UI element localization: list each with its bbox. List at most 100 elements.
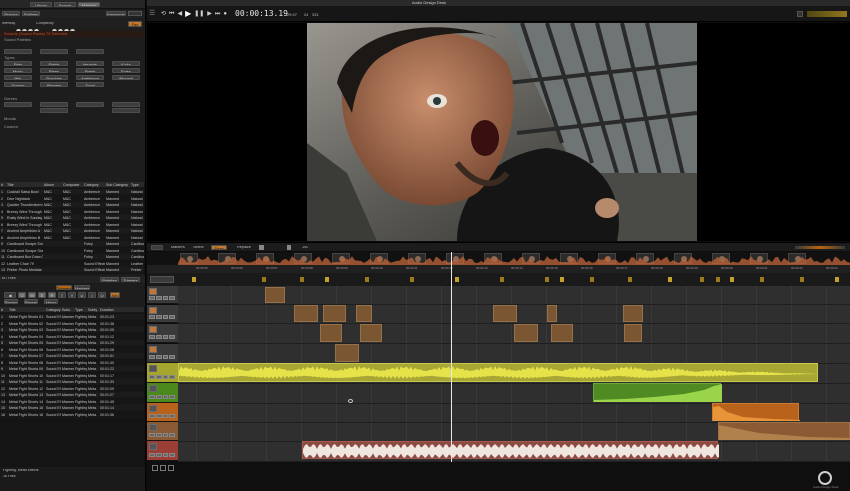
table-row[interactable]: 12 Leather Chair 79 Sound Effects Manned Lea… <box>0 260 144 267</box>
meter-toggle-icon[interactable] <box>797 11 803 17</box>
orange-clip[interactable] <box>712 403 800 421</box>
red-clip[interactable] <box>302 441 719 459</box>
marker[interactable] <box>300 277 304 282</box>
list-item[interactable]: 10 Metal Fight Shorts 10 Sound Ef. Manned Fi… <box>0 372 144 379</box>
marker[interactable] <box>545 277 549 282</box>
track-control-button[interactable] <box>162 414 169 418</box>
type-button[interactable]: Kicks <box>112 61 140 66</box>
track-control-button[interactable] <box>162 355 169 359</box>
list-item[interactable]: 6 Metal Fight Shorts 06 Sound Ef. Manned Fig… <box>0 346 144 353</box>
go-start-icon[interactable]: ⏮ <box>169 10 174 18</box>
type-button[interactable]: Ambience <box>76 75 104 80</box>
type-button[interactable]: Punches <box>40 75 68 80</box>
back-button[interactable]: ◀ <box>4 292 16 298</box>
table-row[interactable]: 9 Cardboard Scrape Sma Foley Manned Cardboar… <box>0 241 144 247</box>
list-item[interactable]: 2 Metal Fight Shorts 02 Sound Ef. Manned Fig… <box>0 320 144 327</box>
track-control-button[interactable] <box>155 433 162 437</box>
track-control-button[interactable] <box>169 395 175 399</box>
track-control-button[interactable] <box>155 335 162 339</box>
track-control-button[interactable] <box>149 315 155 319</box>
track-icon[interactable] <box>149 405 157 412</box>
track-header[interactable] <box>147 383 178 403</box>
tab-triggers-sub[interactable]: Triggers <box>56 285 72 290</box>
col-subcategory[interactable]: Sub Category <box>106 183 128 187</box>
folder-icon[interactable] <box>168 465 174 471</box>
list-item[interactable]: 14 Metal Fight Shorts 14 Sound Ef. Manned Fi… <box>0 398 144 405</box>
marker[interactable] <box>410 277 414 282</box>
track-icon[interactable] <box>149 326 157 333</box>
genre-button[interactable] <box>76 102 104 107</box>
type-button[interactable]: Whoosh <box>112 75 140 80</box>
select-menu[interactable]: Select <box>193 246 204 250</box>
timeline-ruler[interactable] <box>147 265 850 273</box>
track-control-button[interactable] <box>162 335 169 339</box>
track-icon[interactable] <box>149 307 157 314</box>
marker[interactable] <box>500 277 504 282</box>
clip[interactable] <box>335 344 359 362</box>
track-control-button[interactable] <box>149 414 155 418</box>
track-control-button[interactable] <box>169 296 175 300</box>
genre-button[interactable] <box>112 102 140 107</box>
track-header[interactable] <box>147 422 178 441</box>
track-control-button[interactable] <box>149 453 155 457</box>
zoom-slider[interactable] <box>795 246 845 249</box>
col-type[interactable]: Type <box>75 308 83 312</box>
marker[interactable] <box>835 277 839 282</box>
menu-button[interactable]: Menu <box>44 299 58 304</box>
view-toggle-button[interactable] <box>151 245 163 250</box>
marker[interactable] <box>716 277 720 282</box>
track-header[interactable] <box>147 344 178 363</box>
marker[interactable] <box>262 277 266 282</box>
track-header[interactable] <box>147 286 178 304</box>
col-category[interactable]: Category <box>46 308 61 312</box>
keypad-key[interactable]: O <box>98 292 106 298</box>
marker[interactable] <box>730 277 734 282</box>
track-control-button[interactable] <box>169 355 175 359</box>
track-control-button[interactable] <box>149 433 155 437</box>
table-row[interactable]: 11 Cardboard Box Draw 01 Foley Manned Cardbo… <box>0 254 144 260</box>
keypad-key[interactable]: Q <box>18 292 26 298</box>
clip[interactable] <box>547 305 557 322</box>
type-button[interactable]: Drones <box>4 82 32 87</box>
list-item[interactable]: 15 Metal Fight Shorts 15 Sound Ef. Manned Fi… <box>0 405 144 411</box>
clip[interactable] <box>624 324 642 342</box>
list-item[interactable]: 1 Metal Fight Shorts 01 Sound Ef. Manned Fig… <box>0 314 144 320</box>
track-control-button[interactable] <box>155 296 162 300</box>
add-track-icon[interactable] <box>152 465 158 471</box>
replace-menu[interactable]: Replace <box>237 246 251 250</box>
type-button[interactable]: Foley <box>112 68 140 73</box>
track-control-button[interactable] <box>155 375 162 379</box>
track-control-button[interactable] <box>155 414 162 418</box>
genre-button[interactable] <box>4 102 32 107</box>
table-row[interactable]: 2 Dive Nightclub M&C M&C Ambience Manned Natur… <box>0 195 144 202</box>
record-icon[interactable]: ● <box>223 10 227 18</box>
tab-markers[interactable]: Markers <box>78 2 100 7</box>
loop-icon[interactable]: ⟲ <box>161 10 166 18</box>
fav-button[interactable]: Fav <box>128 21 142 27</box>
col-duration[interactable]: Duration <box>100 308 114 312</box>
col-number[interactable]: # <box>1 183 3 187</box>
marker[interactable] <box>628 277 632 282</box>
forward-icon[interactable]: ▶ <box>207 10 212 18</box>
markers-menu[interactable]: Markers <box>171 246 185 250</box>
type-button[interactable]: Hits <box>4 75 32 80</box>
type-button[interactable]: Fists <box>4 61 32 66</box>
marker-lane-header[interactable] <box>150 276 174 283</box>
track-icon[interactable] <box>149 424 157 431</box>
rewind-icon[interactable]: ◀ <box>177 10 182 18</box>
table-row[interactable]: 10 Cardboard Scrape Glas Foley Manned Cardbo… <box>0 247 144 254</box>
list-item[interactable]: 12 Metal Fight Shorts 12 Sound Ef. Manned Fi… <box>0 385 144 392</box>
pause-icon[interactable]: ❚❚ <box>194 10 204 18</box>
track-control-button[interactable] <box>149 335 155 339</box>
brown-clip[interactable] <box>718 422 850 440</box>
clip[interactable] <box>360 324 382 342</box>
table-row[interactable]: 7 Ancient Amphibian A M&C M&C Ambience Manned… <box>0 228 144 234</box>
track-control-button[interactable] <box>155 395 162 399</box>
keywords-button[interactable]: Keywords <box>106 11 126 16</box>
tab-search[interactable]: Search <box>54 2 76 7</box>
track-header[interactable] <box>147 324 178 343</box>
col-subcategory[interactable]: Subc. <box>62 308 71 312</box>
track-header[interactable] <box>147 403 178 422</box>
col-album[interactable]: Album <box>44 183 54 187</box>
clip[interactable] <box>265 287 285 303</box>
